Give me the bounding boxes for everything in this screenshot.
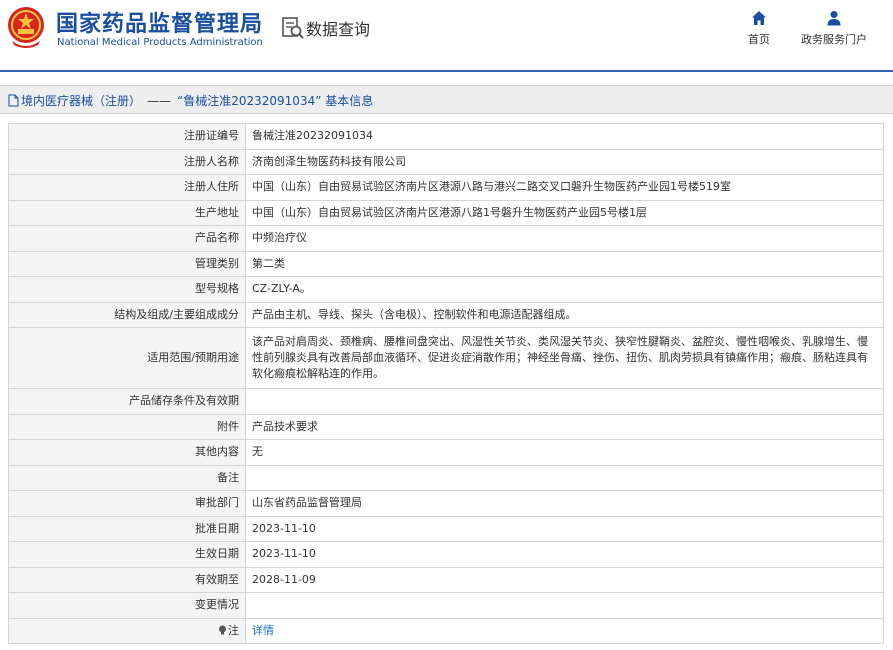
table-row: 变更情况 bbox=[8, 592, 884, 619]
field-value: 第二类 bbox=[245, 250, 884, 277]
table-row: 审批部门 山东省药品监督管理局 bbox=[8, 490, 884, 517]
nav-home-label: 首页 bbox=[748, 33, 770, 46]
field-value: 该产品对肩周炎、颈椎病、腰椎间盘突出、风湿性关节炎、类风湿关节炎、狭窄性腱鞘炎、… bbox=[245, 327, 884, 389]
field-label: 产品储存条件及有效期 bbox=[8, 388, 246, 415]
table-row: 生效日期 2023-11-10 bbox=[8, 541, 884, 568]
field-value: 无 bbox=[245, 439, 884, 466]
field-value: 济南创泽生物医药科技有限公司 bbox=[245, 148, 884, 175]
field-value: 中频治疗仪 bbox=[245, 225, 884, 252]
field-label: 注册证编号 bbox=[8, 123, 246, 150]
field-value bbox=[245, 388, 884, 415]
field-value: 中国（山东）自由贸易试验区济南片区港源八路1号磐升生物医药产业园5号楼1层 bbox=[245, 199, 884, 226]
breadcrumb-bar: 境内医疗器械（注册） —— “鲁械注准20232091034” 基本信息 bbox=[0, 85, 893, 114]
field-value: 产品由主机、导线、探头（含电极）、控制软件和电源适配器组成。 bbox=[245, 301, 884, 328]
field-value: 详情 bbox=[245, 617, 884, 644]
table-row: 注 详情 bbox=[8, 617, 884, 644]
field-label: 变更情况 bbox=[8, 592, 246, 619]
field-value: 中国（山东）自由贸易试验区济南片区港源八路与港兴二路交叉口磐升生物医药产业园1号… bbox=[245, 174, 884, 201]
breadcrumb-category-link[interactable]: 境内医疗器械（注册） bbox=[21, 92, 141, 109]
field-value: CZ-ZLY-A。 bbox=[245, 276, 884, 303]
field-label: 管理类别 bbox=[8, 250, 246, 277]
table-row: 注册人住所 中国（山东）自由贸易试验区济南片区港源八路与港兴二路交叉口磐升生物医… bbox=[8, 174, 884, 201]
document-icon bbox=[8, 94, 19, 107]
search-icon bbox=[282, 17, 304, 39]
table-row: 结构及组成/主要组成成分 产品由主机、导线、探头（含电极）、控制软件和电源适配器… bbox=[8, 301, 884, 328]
national-emblem-logo bbox=[8, 7, 44, 48]
field-label: 批准日期 bbox=[8, 515, 246, 542]
field-label: 生效日期 bbox=[8, 541, 246, 568]
table-row: 附件 产品技术要求 bbox=[8, 413, 884, 440]
field-label: 其他内容 bbox=[8, 439, 246, 466]
breadcrumb-separator: —— bbox=[147, 93, 172, 108]
table-row: 适用范围/预期用途 该产品对肩周炎、颈椎病、腰椎间盘突出、风湿性关节炎、类风湿关… bbox=[8, 327, 884, 389]
nav-service-portal-label: 政务服务门户 bbox=[801, 33, 867, 46]
note-label-cell: 注 bbox=[8, 617, 246, 644]
field-value bbox=[245, 592, 884, 619]
field-label: 有效期至 bbox=[8, 566, 246, 593]
field-value: 2023-11-10 bbox=[245, 515, 884, 542]
header-divider bbox=[0, 70, 893, 72]
table-row: 其他内容 无 bbox=[8, 439, 884, 466]
breadcrumb: 境内医疗器械（注册） —— “鲁械注准20232091034” 基本信息 bbox=[8, 92, 373, 109]
table-row: 注册证编号 鲁械注准20232091034 bbox=[8, 123, 884, 150]
field-label: 型号规格 bbox=[8, 276, 246, 303]
brand-name-cn: 国家药品监督管理局 bbox=[56, 12, 264, 37]
field-label: 注册人住所 bbox=[8, 174, 246, 201]
field-label: 审批部门 bbox=[8, 490, 246, 517]
field-label: 适用范围/预期用途 bbox=[8, 327, 246, 389]
table-row: 注册人名称 济南创泽生物医药科技有限公司 bbox=[8, 148, 884, 175]
field-value: 山东省药品监督管理局 bbox=[245, 490, 884, 517]
field-value bbox=[245, 464, 884, 491]
brand-name-en: National Medical Products Administration bbox=[57, 37, 263, 48]
table-row: 生产地址 中国（山东）自由贸易试验区济南片区港源八路1号磐升生物医药产业园5号楼… bbox=[8, 199, 884, 226]
field-value: 2023-11-10 bbox=[245, 541, 884, 568]
field-label: 注 bbox=[228, 623, 239, 637]
field-value: 鲁械注准20232091034 bbox=[245, 123, 884, 150]
field-label: 产品名称 bbox=[8, 225, 246, 252]
field-label: 生产地址 bbox=[8, 199, 246, 226]
table-row: 有效期至 2028-11-09 bbox=[8, 566, 884, 593]
field-label: 附件 bbox=[8, 413, 246, 440]
home-icon bbox=[752, 11, 766, 25]
nav-service-portal-link[interactable]: 政务服务门户 bbox=[798, 10, 870, 47]
field-label: 注册人名称 bbox=[8, 148, 246, 175]
details-link[interactable]: 详情 bbox=[252, 624, 274, 637]
table-row: 型号规格 CZ-ZLY-A。 bbox=[8, 276, 884, 303]
registration-detail-table: 注册证编号 鲁械注准20232091034 注册人名称 济南创泽生物医药科技有限… bbox=[8, 123, 884, 644]
table-row: 备注 bbox=[8, 464, 884, 491]
field-label: 备注 bbox=[8, 464, 246, 491]
field-value: 2028-11-09 bbox=[245, 566, 884, 593]
site-header: 国家药品监督管理局 National Medical Products Admi… bbox=[0, 0, 893, 72]
nav-home-link[interactable]: 首页 bbox=[744, 10, 774, 47]
table-row: 产品储存条件及有效期 bbox=[8, 388, 884, 415]
table-row: 批准日期 2023-11-10 bbox=[8, 515, 884, 542]
user-icon bbox=[827, 11, 841, 26]
table-row: 管理类别 第二类 bbox=[8, 250, 884, 277]
field-label: 结构及组成/主要组成成分 bbox=[8, 301, 246, 328]
lightbulb-icon bbox=[219, 625, 226, 635]
table-row: 产品名称 中频治疗仪 bbox=[8, 225, 884, 252]
field-value: 产品技术要求 bbox=[245, 413, 884, 440]
site-title: 数据查询 bbox=[306, 20, 371, 39]
breadcrumb-current: “鲁械注准20232091034” 基本信息 bbox=[177, 94, 374, 108]
